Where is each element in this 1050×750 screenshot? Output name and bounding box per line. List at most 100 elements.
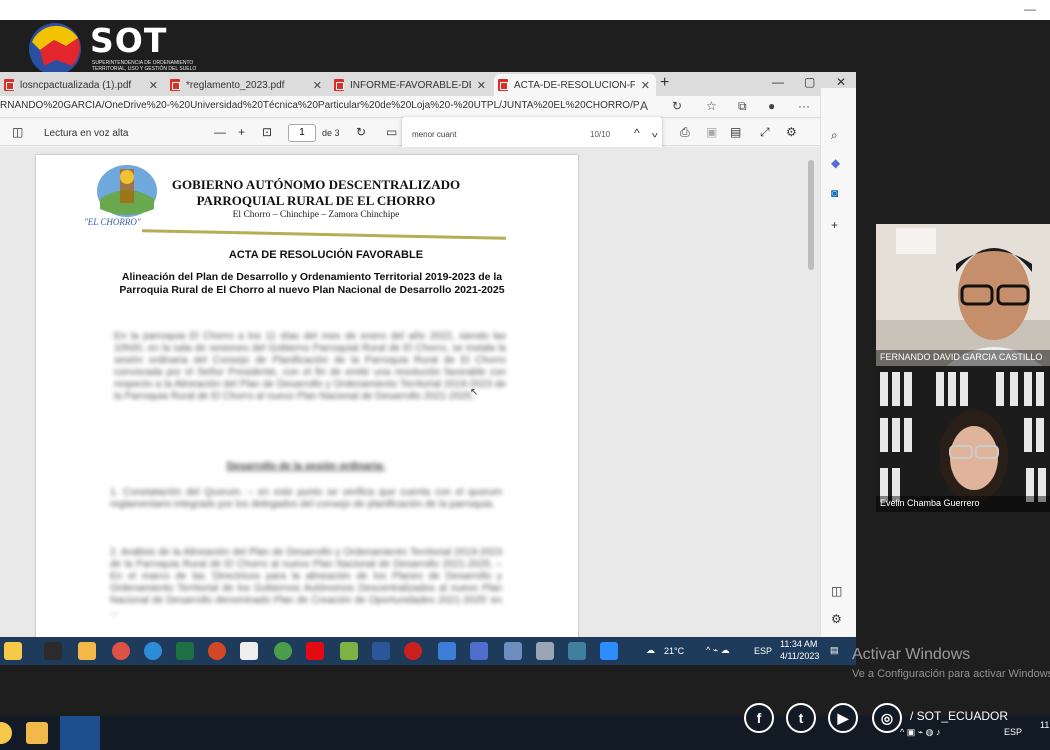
save-as-icon[interactable]: ▤ [730, 125, 741, 139]
pdf-page: "EL CHORRO" GOBIERNO AUTÓNOMO DESCENTRAL… [36, 155, 578, 637]
new-tab-button[interactable]: + [660, 74, 669, 92]
more-options-icon[interactable]: ··· [798, 99, 810, 113]
file-explorer-icon[interactable] [26, 722, 48, 744]
minimize-icon[interactable]: — [772, 75, 784, 89]
zoom-app-icon[interactable] [60, 716, 100, 750]
app-icon[interactable] [504, 642, 522, 660]
close-icon[interactable]: ✕ [149, 79, 158, 92]
qgis-icon[interactable] [340, 642, 358, 660]
edge-icon[interactable] [144, 642, 162, 660]
outlook-icon[interactable]: ◙ [831, 186, 838, 200]
print-icon[interactable]: ⎙ [680, 125, 690, 140]
rotate-icon[interactable]: ↻ [356, 125, 366, 139]
shopping-icon[interactable]: ◆ [831, 156, 840, 170]
tab-informe[interactable]: INFORME-FAVORABLE-DE-ALINE ✕ [330, 74, 492, 96]
browser-window: losncpactualizada (1).pdf ✕ *reglamento_… [0, 72, 856, 637]
pdf-viewer[interactable]: "EL CHORRO" GOBIERNO AUTÓNOMO DESCENTRAL… [0, 147, 820, 637]
item-analysis: 2. Análisis de la Alineación del Plan de… [110, 547, 502, 618]
participant-photo [876, 368, 1050, 512]
instagram-icon[interactable]: ◎ [872, 703, 902, 733]
sidebar-toggle-icon[interactable]: ◫ [831, 584, 842, 598]
task-view-icon[interactable] [44, 642, 62, 660]
tray-icons[interactable]: ^ ⌁ ☁ [706, 645, 730, 656]
profile-icon[interactable]: ● [768, 99, 775, 113]
opera-icon[interactable] [404, 642, 422, 660]
clock-time[interactable]: 11:34 AM [780, 639, 817, 649]
chrome-icon[interactable] [112, 642, 130, 660]
word-icon[interactable] [372, 642, 390, 660]
read-aloud-button[interactable]: Lectura en voz alta [44, 128, 129, 139]
chevron-up-icon[interactable]: ^ [634, 126, 640, 140]
favorite-star-icon[interactable]: ☆ [706, 99, 717, 113]
zoom-icon[interactable] [600, 642, 618, 660]
tab-label: INFORME-FAVORABLE-DE-ALINE [350, 79, 471, 91]
twitter-icon[interactable]: t [786, 703, 816, 733]
document-icon[interactable] [240, 642, 258, 660]
pdf-icon [498, 79, 508, 91]
file-explorer-icon[interactable] [78, 642, 96, 660]
participant-name: Evelin Chamba Guerrero [876, 496, 1050, 512]
mouse-cursor-icon: ↖ [470, 387, 479, 398]
app-icon[interactable] [568, 642, 586, 660]
tab-losncp[interactable]: losncpactualizada (1).pdf ✕ [0, 74, 164, 96]
minimize-icon[interactable]: — [1024, 2, 1036, 16]
fit-page-icon[interactable]: ⊡ [262, 125, 272, 139]
language-indicator[interactable]: ESP [1004, 727, 1022, 737]
app-icon[interactable] [4, 642, 22, 660]
page-view-icon[interactable]: ▭ [386, 125, 397, 139]
page-number-input[interactable]: 1 [288, 124, 316, 142]
clock-time[interactable]: 11:34 [1040, 720, 1050, 730]
settings-gear-icon[interactable]: ⚙ [831, 612, 842, 626]
sot-logo: SOT Superintendencia de Ordenamiento Ter… [26, 20, 206, 76]
find-input[interactable]: menor cuant [412, 130, 456, 139]
tab-label: losncpactualizada (1).pdf [20, 79, 132, 91]
chevron-down-icon[interactable]: ^ [652, 126, 658, 140]
maximize-icon[interactable]: ▢ [804, 75, 815, 89]
address-bar[interactable]: RNANDO%20GARCIA/OneDrive%20-%20Universid… [0, 96, 856, 118]
close-icon[interactable]: ✕ [313, 79, 322, 92]
app-icon[interactable] [274, 642, 292, 660]
youtube-icon[interactable]: ▶ [828, 703, 858, 733]
app-icon[interactable] [438, 642, 456, 660]
save-icon[interactable]: ▣ [706, 125, 717, 139]
tab-label: ACTA-DE-RESOLUCION-FAVORABLE [514, 79, 635, 91]
facebook-icon[interactable]: f [744, 703, 774, 733]
close-window-icon[interactable]: ✕ [836, 75, 846, 89]
language-indicator[interactable]: ESP [754, 646, 772, 656]
collections-icon[interactable]: ⧉ [738, 99, 747, 114]
powerpoint-icon[interactable] [208, 642, 226, 660]
refresh-icon[interactable]: ↻ [672, 99, 682, 113]
weather-temp[interactable]: 21°C [664, 646, 684, 656]
app-icon[interactable] [470, 642, 488, 660]
close-icon[interactable]: ✕ [477, 79, 486, 92]
weather-icon[interactable]: ☁ [646, 645, 655, 656]
pdf-icon [334, 79, 344, 91]
alignment-title: Alineación del Plan de Desarrollo y Orde… [119, 271, 505, 296]
settings-gear-icon[interactable]: ⚙ [786, 125, 797, 139]
participant-video[interactable]: Evelin Chamba Guerrero [876, 368, 1050, 512]
zoom-in-icon[interactable]: + [238, 125, 245, 139]
fullscreen-icon[interactable]: ⤢ [760, 125, 770, 140]
add-icon[interactable]: + [831, 218, 838, 232]
settings-gear-icon[interactable] [536, 642, 554, 660]
close-icon[interactable]: ✕ [641, 79, 650, 92]
vertical-scrollbar[interactable] [806, 150, 816, 630]
netflix-icon[interactable] [306, 642, 324, 660]
zoom-out-icon[interactable]: — [214, 125, 226, 139]
read-aloud-icon[interactable]: A [640, 99, 648, 113]
notification-icon[interactable]: ▤ [830, 645, 839, 656]
excel-icon[interactable] [176, 642, 194, 660]
url-text[interactable]: RNANDO%20GARCIA/OneDrive%20-%20Universid… [0, 100, 640, 111]
scrollbar-thumb[interactable] [808, 160, 814, 270]
search-icon[interactable]: ⌕ [831, 128, 838, 143]
clock-date[interactable]: 4/11/2023 [780, 651, 819, 661]
tab-acta[interactable]: ACTA-DE-RESOLUCION-FAVORABLE ✕ [494, 74, 656, 96]
tray-icons[interactable]: ^ ▣ ⌁ ◍ ♪ [900, 727, 941, 738]
app-icon[interactable] [0, 722, 12, 744]
page-total: de 3 [322, 128, 340, 138]
participant-video[interactable]: FERNANDO DAVID GARCIA CASTILLO [876, 224, 1050, 366]
parish-emblem-icon [97, 165, 157, 217]
contents-panel-icon[interactable]: ◫ [12, 125, 23, 139]
tab-reglamento[interactable]: *reglamento_2023.pdf ✕ [166, 74, 328, 96]
shared-taskbar: ☁ 21°C ^ ⌁ ☁ ESP 11:34 AM 4/11/2023 ▤ [0, 637, 856, 665]
